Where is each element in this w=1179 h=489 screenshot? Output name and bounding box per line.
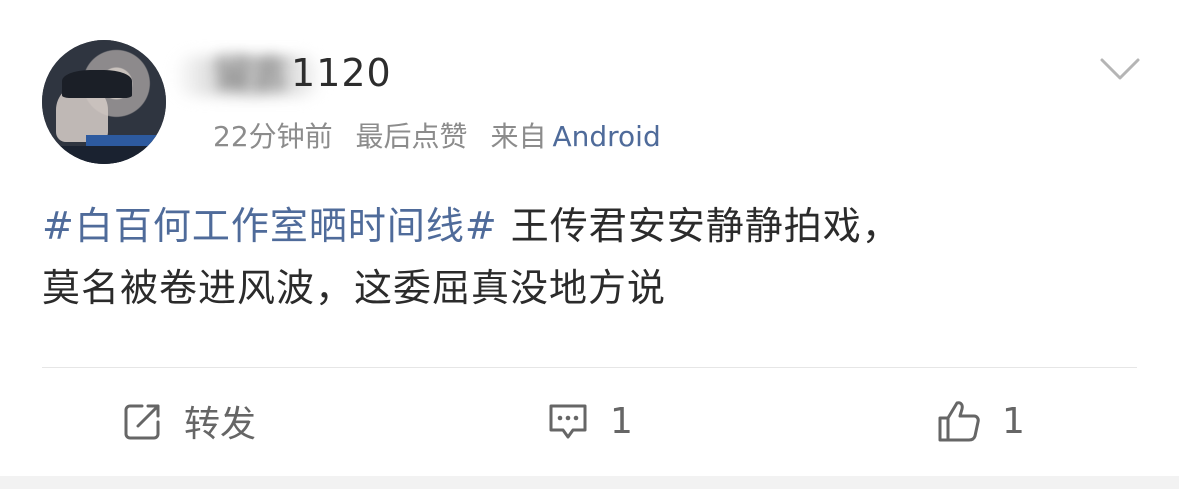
username-visible: 1120 — [291, 51, 392, 95]
post-body: #白百何工作室晒时间线# 王传君安安静静拍戏， 莫名被卷进风波，这委屈真没地方说 — [42, 195, 1142, 319]
comment-button[interactable]: 1 — [546, 393, 633, 449]
source-label: 来自 — [490, 120, 547, 153]
feed-separator — [0, 476, 1179, 489]
source-device: Android — [552, 120, 661, 153]
divider — [42, 367, 1137, 368]
post-timestamp: 22分钟前 — [213, 120, 333, 153]
chevron-down-icon[interactable] — [1098, 54, 1142, 84]
post-line-1-text: 王传君安安静静拍戏， — [497, 204, 901, 248]
weibo-post-card: 留言1120 22分钟前 最后点赞 来自 Android #白百何工作室晒时间线#… — [0, 0, 1179, 476]
repost-button[interactable]: 转发 — [122, 393, 256, 449]
post-activity: 最后点赞 — [355, 120, 468, 153]
like-button[interactable]: 1 — [936, 393, 1025, 449]
post-line-1: #白百何工作室晒时间线# 王传君安安静静拍戏， — [42, 195, 1142, 257]
thumb-up-icon — [936, 398, 982, 444]
like-count: 1 — [1002, 400, 1025, 442]
share-icon — [122, 400, 164, 442]
username[interactable]: 留言1120 — [173, 48, 473, 98]
post-line-2: 莫名被卷进风波，这委屈真没地方说 — [42, 266, 667, 310]
repost-label: 转发 — [184, 404, 257, 445]
topic-link[interactable]: #白百何工作室晒时间线# — [42, 204, 498, 248]
avatar[interactable] — [42, 40, 166, 164]
post-meta: 22分钟前 最后点赞 来自 Android — [213, 115, 675, 159]
comment-count: 1 — [610, 400, 633, 442]
comment-icon — [546, 400, 590, 442]
username-obscured: 留言 — [213, 51, 292, 95]
